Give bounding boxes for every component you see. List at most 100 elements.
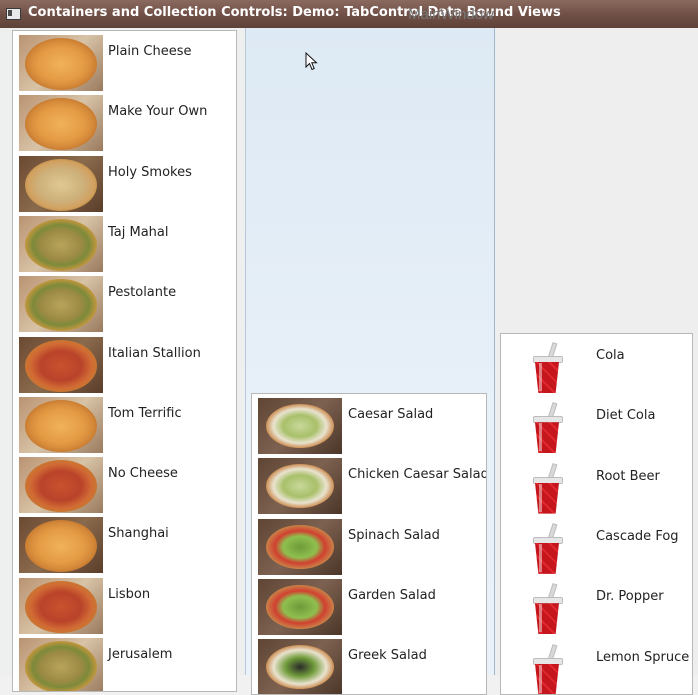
drink-name: Lemon Spruce [596, 650, 689, 665]
pizza-pie-shape [25, 340, 97, 392]
salad-name: Chicken Caesar Salad [348, 467, 487, 482]
pizza-name: Tom Terrific [108, 406, 182, 421]
pizza-list-item[interactable]: No Cheese [13, 457, 236, 517]
soda-cup-icon [532, 342, 562, 394]
soda-cup-shine [539, 363, 542, 391]
salad-image [258, 458, 342, 514]
pizza-image [19, 397, 103, 453]
pizza-list-item[interactable]: Tom Terrific [13, 397, 236, 457]
drink-list-item[interactable]: Dr. Popper [501, 577, 692, 637]
pizza-list-item[interactable]: Shanghai [13, 517, 236, 577]
salad-list-item[interactable]: Caesar Salad [252, 398, 486, 458]
pizza-name: No Cheese [108, 466, 178, 481]
pizza-name: Holy Smokes [108, 165, 192, 180]
ghost-window-title: MainWindow [408, 6, 494, 23]
salad-bowl-shape [266, 404, 334, 448]
pizza-image [19, 216, 103, 272]
soda-cup-shine [539, 604, 542, 632]
pizza-name: Plain Cheese [108, 44, 191, 59]
pizza-list-item[interactable]: Taj Mahal [13, 216, 236, 276]
soda-cup-icon [532, 644, 562, 695]
pizza-image [19, 276, 103, 332]
salad-list-item[interactable]: Greek Salad [252, 639, 486, 695]
pizza-pie-shape [25, 581, 97, 633]
pizza-image [19, 95, 103, 151]
salad-name: Caesar Salad [348, 407, 433, 422]
soda-cup-shine [539, 665, 542, 693]
pizza-list-item[interactable]: Italian Stallion [13, 337, 236, 397]
pizza-list-item[interactable]: Holy Smokes [13, 156, 236, 216]
drink-panel: Cola Diet Cola Root Beer Cascade Fog Dr. Pop… [495, 28, 698, 675]
salad-list-item[interactable]: Garden Salad [252, 579, 486, 639]
salad-list-item[interactable]: Spinach Salad [252, 519, 486, 579]
pizza-pie-shape [25, 98, 97, 150]
soda-cup-lid [533, 477, 563, 484]
pizza-name: Shanghai [108, 526, 169, 541]
salad-bowl-shape [266, 645, 334, 689]
soda-cup-icon [532, 583, 562, 635]
pizza-pie-shape [25, 38, 97, 90]
pizza-list-item[interactable]: Plain Cheese [13, 35, 236, 95]
salad-name: Spinach Salad [348, 528, 440, 543]
pizza-image [19, 35, 103, 91]
drink-list-item[interactable]: Cascade Fog [501, 517, 692, 577]
drink-name: Dr. Popper [596, 589, 664, 604]
soda-cup-icon [532, 523, 562, 575]
soda-cup-lid [533, 658, 563, 665]
salad-image [258, 579, 342, 635]
drink-list-item[interactable]: Diet Cola [501, 396, 692, 456]
soda-cup-icon [532, 402, 562, 454]
pizza-list-item[interactable]: Lisbon [13, 578, 236, 638]
pizza-image [19, 337, 103, 393]
drink-list-item[interactable]: Cola [501, 336, 692, 396]
soda-cup-shine [539, 484, 542, 512]
pizza-pie-shape [25, 159, 97, 211]
pizza-name: Taj Mahal [108, 225, 169, 240]
salad-bowl-shape [266, 525, 334, 569]
drink-name: Cola [596, 348, 625, 363]
pizza-image [19, 517, 103, 573]
drink-list[interactable]: Cola Diet Cola Root Beer Cascade Fog Dr. Pop… [500, 333, 693, 695]
pizza-pie-shape [25, 460, 97, 512]
salad-image [258, 398, 342, 454]
salad-name: Greek Salad [348, 648, 427, 663]
salad-list[interactable]: Caesar Salad Chicken Caesar Salad Spinach … [251, 393, 487, 695]
pizza-name: Pestolante [108, 285, 176, 300]
soda-cup-icon [532, 463, 562, 515]
drink-list-item[interactable]: Lemon Spruce [501, 638, 692, 695]
title-bar[interactable]: Containers and Collection Controls: Demo… [0, 0, 698, 28]
salad-image [258, 639, 342, 695]
pizza-list-item[interactable]: Jerusalem [13, 638, 236, 692]
pizza-pie-shape [25, 641, 97, 692]
pizza-panel: Plain Cheese Make Your Own Holy Smokes Taj … [0, 28, 245, 675]
salad-bowl-shape [266, 464, 334, 508]
pizza-pie-shape [25, 279, 97, 331]
pizza-pie-shape [25, 520, 97, 572]
pizza-image [19, 457, 103, 513]
pizza-name: Lisbon [108, 587, 150, 602]
soda-cup-lid [533, 537, 563, 544]
pizza-image [19, 578, 103, 634]
salad-name: Garden Salad [348, 588, 436, 603]
pizza-list[interactable]: Plain Cheese Make Your Own Holy Smokes Taj … [12, 30, 237, 692]
pizza-list-item[interactable]: Pestolante [13, 276, 236, 336]
pizza-image [19, 156, 103, 212]
pizza-pie-shape [25, 219, 97, 271]
pizza-image [19, 638, 103, 692]
drink-list-item[interactable]: Root Beer [501, 457, 692, 517]
pizza-list-item[interactable]: Make Your Own [13, 95, 236, 155]
pizza-pie-shape [25, 400, 97, 452]
salad-panel: Caesar Salad Chicken Caesar Salad Spinach … [245, 28, 495, 675]
soda-cup-shine [539, 423, 542, 451]
mouse-pointer-icon [305, 52, 319, 72]
salad-image [258, 519, 342, 575]
pizza-name: Italian Stallion [108, 346, 201, 361]
drink-name: Cascade Fog [596, 529, 679, 544]
pizza-name: Make Your Own [108, 104, 207, 119]
pizza-name: Jerusalem [108, 647, 172, 662]
salad-list-item[interactable]: Chicken Caesar Salad [252, 458, 486, 518]
soda-cup-shine [539, 544, 542, 572]
drink-name: Diet Cola [596, 408, 655, 423]
salad-bowl-shape [266, 585, 334, 629]
app-window-icon[interactable] [6, 8, 21, 20]
